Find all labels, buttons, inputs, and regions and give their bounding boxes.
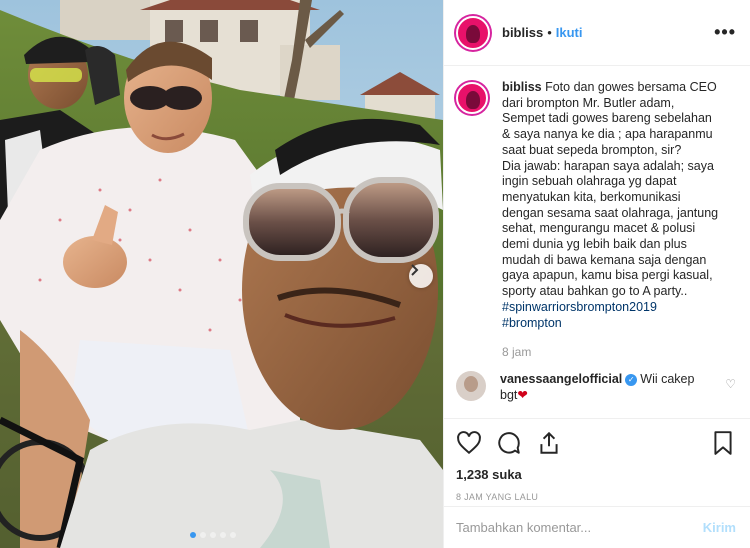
header-separator: • — [547, 25, 552, 40]
bookmark-icon[interactable] — [710, 430, 736, 456]
caption-line: demi dunia yg lebih baik dan plus — [502, 237, 687, 252]
add-comment-bar: Kirim — [444, 506, 750, 548]
comment-text: vanessaangelofficial ✓ Wii cakep bgt❤ — [500, 371, 725, 403]
hashtag-link[interactable]: #spinwarriorsbrompton2019 — [502, 300, 736, 316]
caption-timestamp: 8 jam — [502, 345, 532, 360]
post-comment-button[interactable]: Kirim — [703, 520, 736, 535]
caption-line: Foto dan gowes bersama CEO — [545, 80, 717, 94]
chevron-right-icon — [411, 264, 419, 276]
comment-line: bgt — [500, 387, 518, 402]
caption-line: sehat, mengurangu macet & polusi — [502, 221, 696, 236]
post-timestamp: 8 JAM YANG LALU — [456, 492, 539, 502]
post-actions: 1,238 suka 8 JAM YANG LALU — [444, 418, 750, 502]
caption-avatar[interactable] — [456, 82, 488, 114]
commenter-username[interactable]: vanessaangelofficial — [500, 372, 622, 386]
caption-username[interactable]: bibliss — [502, 80, 542, 94]
caption-text: bibliss Foto dan gowes bersama CEO dari … — [502, 80, 736, 361]
comments-section: bibliss Foto dan gowes bersama CEO dari … — [444, 66, 750, 411]
verified-badge-icon: ✓ — [625, 373, 638, 386]
caption-line: menyatukan kita, berkomunikasi — [502, 189, 681, 204]
like-count[interactable]: 1,238 suka — [456, 467, 736, 482]
caption-line: gaya apapun, kamu bisa pergi kasual, — [502, 268, 713, 283]
author-username[interactable]: bibliss — [502, 25, 543, 40]
carousel-dot — [220, 532, 226, 538]
comment-input[interactable] — [456, 520, 703, 535]
caption-line: saat buat sepeda brompton, sir? — [502, 142, 682, 157]
carousel-dot — [230, 532, 236, 538]
carousel-dot — [200, 532, 206, 538]
carousel-indicator — [190, 532, 236, 538]
comment-item: vanessaangelofficial ✓ Wii cakep bgt❤ ♡ — [456, 370, 736, 403]
carousel-dot — [190, 532, 196, 538]
comment-bubble-icon[interactable] — [496, 430, 522, 456]
post-photo[interactable] — [0, 0, 443, 548]
caption-line: dengan sesama saat olahraga, jantung — [502, 205, 719, 220]
carousel-dot — [210, 532, 216, 538]
caption-line: Dia jawab: harapan saya adalah; saya — [502, 158, 714, 173]
caption-line: & saya nanya ke dia ; apa harapanmu — [502, 127, 713, 142]
hashtag-link[interactable]: #brompton — [502, 316, 736, 332]
follow-button[interactable]: Ikuti — [556, 25, 583, 40]
action-bar — [456, 427, 736, 459]
commenter-avatar[interactable] — [456, 370, 486, 401]
caption-line: sporty atau bahkan go to A party.. — [502, 284, 688, 299]
comment-line: Wii cakep — [640, 371, 695, 386]
like-comment-heart-icon[interactable]: ♡ — [725, 377, 736, 391]
caption-line: Sempet tadi gowes bareng sebelahan — [502, 111, 712, 126]
caption: bibliss Foto dan gowes bersama CEO dari … — [456, 80, 736, 361]
post-header: bibliss • Ikuti ••• — [444, 0, 750, 66]
share-icon[interactable] — [536, 430, 562, 456]
post-side-panel: bibliss • Ikuti ••• bibliss Foto dan gow… — [443, 0, 750, 548]
carousel-next-button[interactable] — [409, 264, 433, 288]
heart-emoji-icon: ❤ — [517, 387, 528, 402]
more-options-icon[interactable]: ••• — [714, 22, 736, 43]
caption-line: mudah di bawa kemana saja dengan — [502, 252, 707, 267]
caption-line: ingin sebuah olahraga yg dapat — [502, 174, 677, 189]
like-heart-icon[interactable] — [456, 430, 482, 456]
author-avatar[interactable] — [456, 15, 490, 50]
selfie-image — [0, 0, 443, 548]
caption-line: dari brompton Mr. Butler adam, — [502, 95, 675, 110]
